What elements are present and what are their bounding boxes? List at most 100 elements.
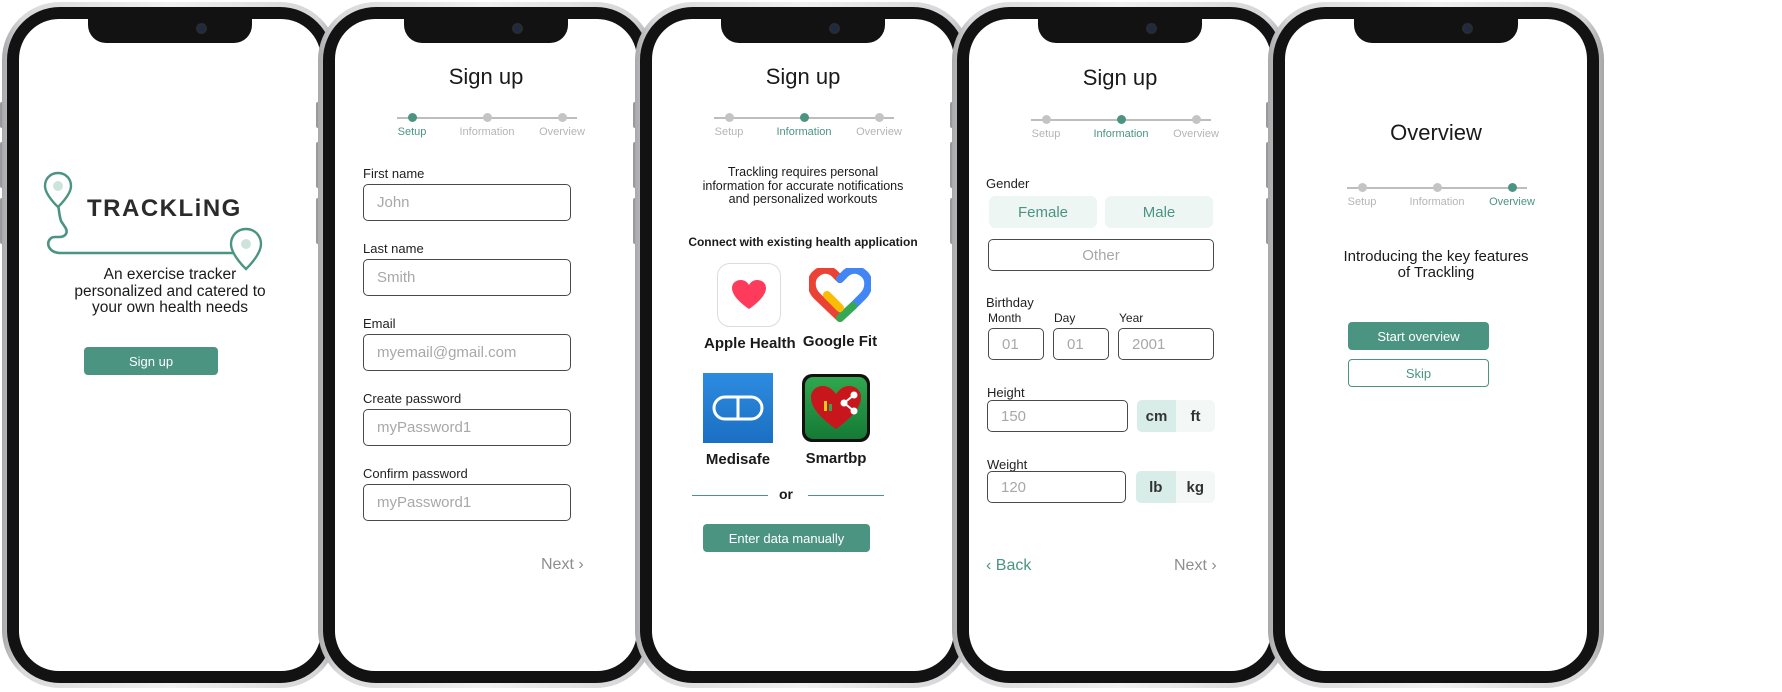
next-button[interactable]: Next › — [541, 556, 584, 574]
app-google-fit[interactable]: Google Fit — [795, 263, 885, 350]
notch — [1354, 17, 1518, 43]
google-fit-heart-icon — [809, 268, 871, 322]
step-label: Overview — [1173, 128, 1219, 140]
phone-signup-information: Sign up Setup Information Overview Gende… — [950, 2, 1288, 688]
step-label: Overview — [539, 126, 585, 138]
step-label: Overview — [856, 126, 902, 138]
heart-icon — [732, 280, 766, 309]
sign-up-button[interactable]: Sign up — [84, 347, 218, 375]
intro-line: Trackling requires personal — [727, 165, 879, 179]
height-unit-toggle: cm ft — [1137, 400, 1215, 432]
first-name-input[interactable]: John — [363, 184, 571, 221]
smartbp-icon — [802, 374, 870, 442]
heart-share-icon — [811, 386, 861, 429]
front-camera-icon — [512, 23, 523, 34]
height-unit-ft[interactable]: ft — [1176, 400, 1215, 432]
step-dot — [1116, 115, 1126, 124]
progress-stepper: Setup Information Overview — [377, 113, 597, 143]
month-input[interactable]: 01 — [988, 328, 1044, 360]
last-name-label: Last name — [363, 241, 424, 256]
app-name: Medisafe — [705, 451, 771, 468]
step-overview: Overview — [834, 113, 924, 138]
front-camera-icon — [1462, 23, 1473, 34]
skip-button[interactable]: Skip — [1348, 359, 1489, 387]
step-dot — [799, 113, 809, 122]
app-name: Google Fit — [802, 333, 878, 350]
confirm-password-input[interactable]: myPassword1 — [363, 484, 571, 521]
height-input[interactable]: 150 — [987, 400, 1128, 432]
notch — [721, 17, 885, 43]
weight-input[interactable]: 120 — [987, 471, 1126, 503]
enter-data-manually-button[interactable]: Enter data manually — [703, 524, 870, 552]
step-overview: Overview — [1151, 115, 1241, 140]
apple-health-icon — [717, 263, 781, 327]
intro-line: of Trackling — [1397, 264, 1475, 281]
medisafe-icon — [703, 373, 773, 443]
tagline-line: your own health needs — [92, 299, 248, 316]
intro-line: information for accurate notifications — [702, 178, 904, 193]
step-dot — [482, 113, 492, 122]
step-overview: Overview — [517, 113, 607, 138]
weight-unit-toggle: lb kg — [1136, 471, 1215, 503]
weight-unit-lb[interactable]: lb — [1136, 471, 1176, 503]
progress-stepper: Setup Information Overview — [694, 113, 914, 143]
gender-label: Gender — [986, 176, 1030, 191]
height-unit-cm[interactable]: cm — [1137, 400, 1176, 432]
day-label: Day — [1054, 311, 1076, 325]
app-apple-health[interactable]: Apple Health — [704, 263, 796, 352]
notch — [88, 17, 252, 43]
welcome-screen: TRACKLiNG An exercise tracker personaliz… — [19, 19, 321, 671]
notch — [1038, 17, 1202, 43]
gender-female-button[interactable]: Female — [989, 196, 1097, 228]
start-overview-button[interactable]: Start overview — [1348, 322, 1489, 350]
phone-signup-setup: Sign up Setup Information Overview First… — [316, 2, 654, 688]
progress-stepper: Setup Information Overview — [1327, 183, 1547, 213]
tagline-line: An exercise tracker — [103, 266, 237, 283]
page-title: Overview — [1390, 120, 1482, 145]
intro-line: and personalized workouts — [728, 192, 878, 206]
email-input[interactable]: myemail@gmail.com — [363, 334, 571, 371]
signup-connect-screen: Sign up Setup Information Overview Track… — [652, 19, 954, 671]
email-label: Email — [363, 316, 396, 331]
signup-information-screen: Sign up Setup Information Overview Gende… — [969, 19, 1271, 671]
overview-intro: Introducing the key features of Tracklin… — [1285, 249, 1587, 281]
trackling-logo-text: TRACKLiNG — [87, 195, 242, 222]
step-dot — [1432, 183, 1442, 192]
page-title: Sign up — [448, 64, 524, 89]
step-dot — [1041, 115, 1051, 124]
step-dot — [1507, 183, 1517, 192]
front-camera-icon — [1146, 23, 1157, 34]
intro-line: Introducing the key features — [1343, 248, 1529, 265]
confirm-password-label: Confirm password — [363, 466, 468, 481]
app-smartbp[interactable]: Smartbp — [800, 374, 872, 467]
app-name: Smartbp — [805, 450, 867, 467]
google-fit-icon — [808, 263, 872, 327]
gender-other-button[interactable]: Other — [988, 239, 1214, 271]
page-title: Sign up — [765, 64, 841, 89]
weight-label: Weight — [987, 457, 1028, 472]
step-overview: Overview — [1467, 183, 1557, 208]
weight-unit-kg[interactable]: kg — [1176, 471, 1216, 503]
pill-icon — [712, 395, 764, 421]
step-dot — [874, 113, 884, 122]
step-dot — [407, 113, 417, 122]
gender-male-button[interactable]: Male — [1105, 196, 1213, 228]
or-text: or — [779, 486, 793, 502]
last-name-input[interactable]: Smith — [363, 259, 571, 296]
step-dot — [724, 113, 734, 122]
birthday-label: Birthday — [986, 295, 1034, 310]
app-medisafe[interactable]: Medisafe — [702, 373, 774, 468]
step-dot — [1357, 183, 1367, 192]
next-button[interactable]: Next › — [1174, 557, 1217, 575]
divider-left — [692, 495, 768, 497]
signup-setup-screen: Sign up Setup Information Overview First… — [335, 19, 637, 671]
create-password-label: Create password — [363, 391, 462, 406]
back-button[interactable]: ‹ Back — [986, 557, 1031, 575]
phone-signup-connect: Sign up Setup Information Overview Track… — [633, 2, 971, 688]
step-dot — [557, 113, 567, 122]
overview-screen: Overview Setup Information Overview Intr… — [1285, 19, 1587, 671]
step-label: Overview — [1489, 196, 1535, 208]
create-password-input[interactable]: myPassword1 — [363, 409, 571, 446]
year-input[interactable]: 2001 — [1118, 328, 1214, 360]
day-input[interactable]: 01 — [1053, 328, 1109, 360]
